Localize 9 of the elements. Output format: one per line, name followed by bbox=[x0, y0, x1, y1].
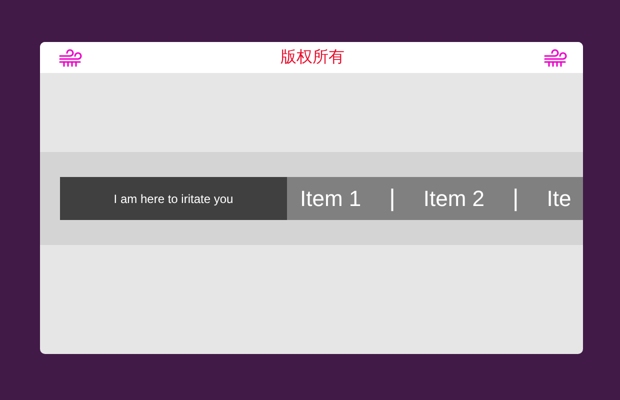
banner-message: I am here to iritate you bbox=[60, 177, 287, 220]
nav-separator: | bbox=[388, 184, 396, 212]
nav-item[interactable]: Item 2 bbox=[423, 186, 485, 212]
wind-icon bbox=[58, 48, 82, 68]
nav-item[interactable]: Item 1 bbox=[300, 186, 362, 212]
nav-separator: | bbox=[512, 184, 520, 212]
nav-item[interactable]: Ite bbox=[546, 186, 572, 212]
wind-icon bbox=[543, 48, 567, 68]
copyright-title: 版权所有 bbox=[280, 48, 344, 68]
